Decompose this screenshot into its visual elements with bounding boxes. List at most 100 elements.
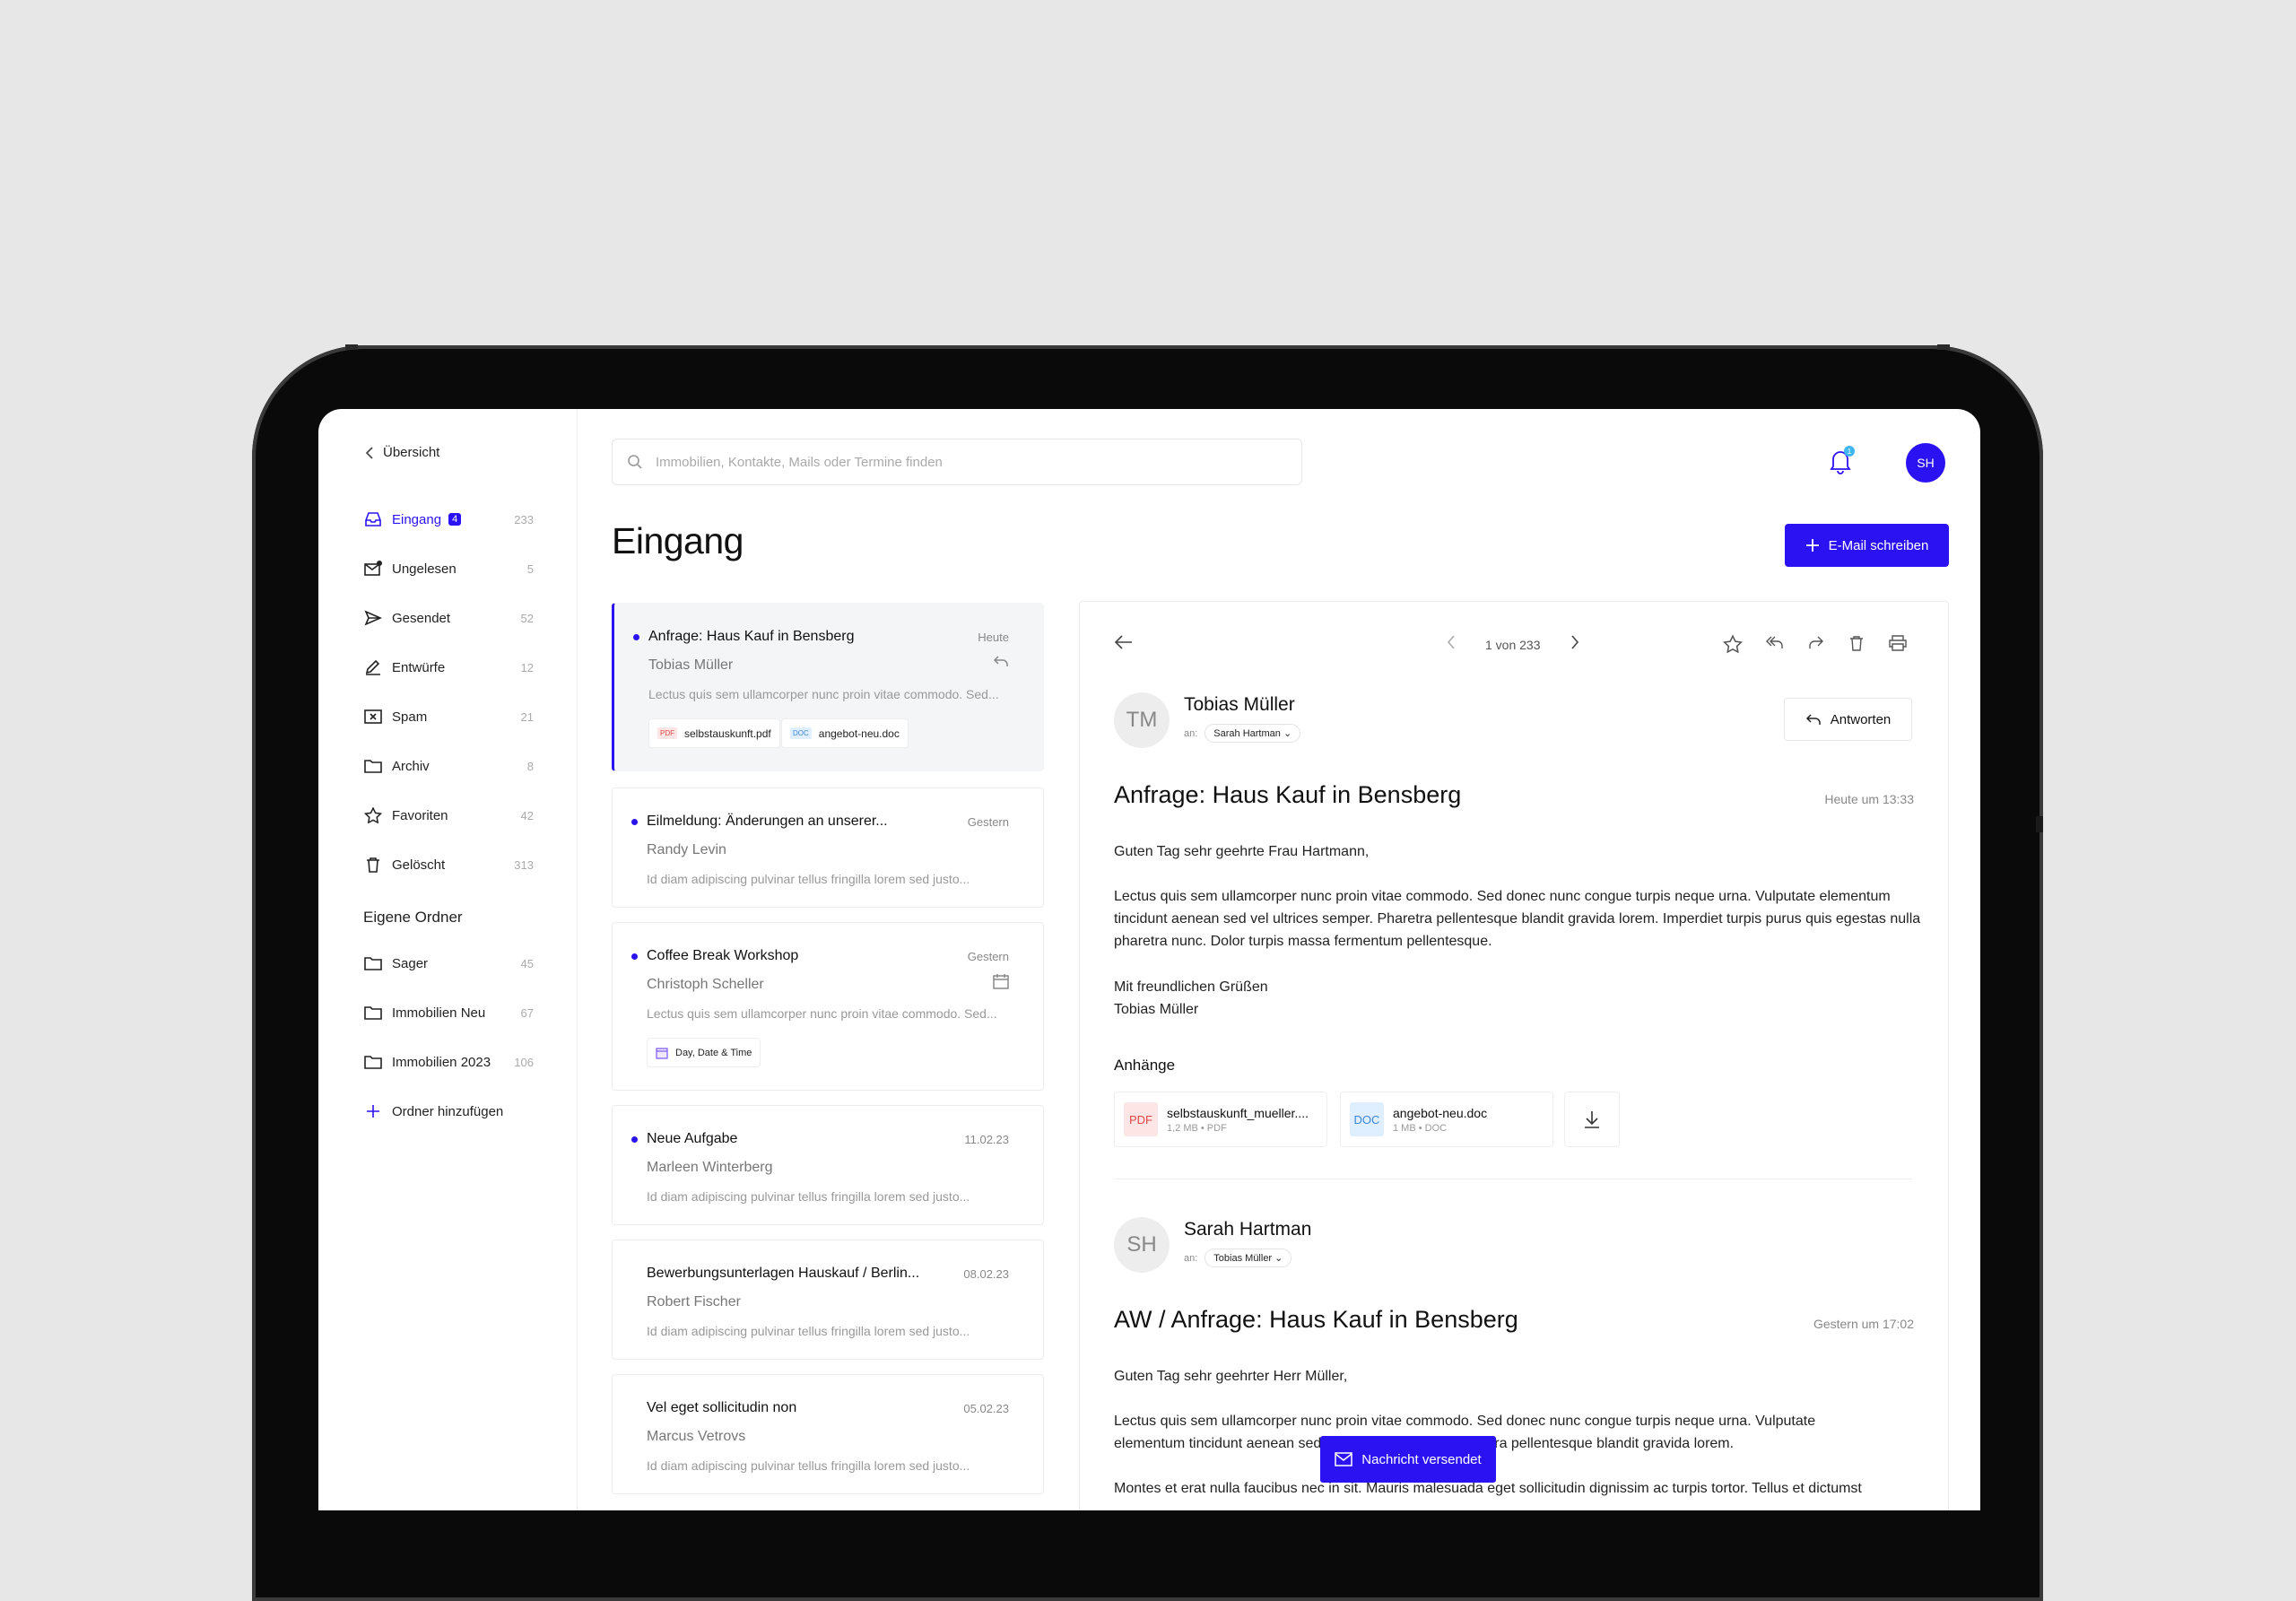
attachment-card[interactable]: DOC angebot-neu.doc 1 MB • DOC [1340, 1092, 1553, 1147]
sidebar-item-archiv[interactable]: Archiv 8 [363, 753, 534, 779]
search-placeholder: Immobilien, Kontakte, Mails oder Termine… [656, 454, 943, 470]
user-avatar[interactable]: SH [1906, 443, 1945, 483]
print-icon[interactable] [1888, 634, 1908, 657]
mail-reader: 1 von 233 TM Tobias Müller an: Sarah Har… [1079, 601, 1949, 1510]
pdf-icon: PDF [1124, 1102, 1158, 1136]
folder-count: 45 [520, 956, 534, 970]
unread-dot [633, 634, 639, 640]
folder-icon [363, 1003, 383, 1022]
attachment-meta: 1,2 MB • PDF [1167, 1122, 1227, 1134]
back-arrow-icon[interactable] [1114, 634, 1134, 655]
reply-button[interactable]: Antworten [1784, 698, 1912, 741]
sender-name: Tobias Müller [1184, 694, 1295, 715]
event-chip[interactable]: Day, Date & Time [647, 1038, 761, 1067]
mail-subject: Neue Aufgabe [647, 1131, 738, 1146]
mail-preview: Id diam adipiscing pulvinar tellus fring… [647, 1189, 970, 1204]
mail-sender: Randy Levin [647, 842, 726, 857]
search-icon [628, 455, 642, 469]
trash-icon[interactable] [1848, 634, 1866, 657]
mail-body: Lectus quis sem ullamcorper nunc proin v… [1114, 889, 1921, 949]
sidebar-folder-immobilien-neu[interactable]: Immobilien Neu 67 [363, 999, 534, 1026]
recipient-pill[interactable]: Sarah Hartman ⌄ [1205, 724, 1301, 743]
sidebar-item-eingang[interactable]: Eingang 4 233 [363, 506, 534, 533]
back-link[interactable]: Übersicht [365, 445, 439, 460]
mail-signature: Tobias Müller [1114, 1002, 1199, 1017]
mail-sender: Christoph Scheller [647, 977, 764, 992]
mail-date: 08.02.23 [963, 1267, 1009, 1281]
replied-icon [993, 654, 1009, 673]
sender-name: Sarah Hartman [1184, 1219, 1312, 1240]
compose-label: E-Mail schreiben [1828, 537, 1929, 553]
mail-list-item[interactable]: Neue Aufgabe 11.02.23 Marleen Winterberg… [612, 1105, 1044, 1225]
calendar-icon [656, 1047, 668, 1059]
folder-count: 12 [520, 660, 534, 674]
mail-subject: Eilmeldung: Änderungen an unserer... [647, 814, 888, 829]
add-folder-button[interactable]: Ordner hinzufügen [363, 1098, 534, 1125]
inbox-icon [363, 509, 383, 529]
sidebar-folder-sager[interactable]: Sager 45 [363, 950, 534, 977]
event-label: Day, Date & Time [675, 1047, 752, 1058]
recipient-name: Tobias Müller [1213, 1253, 1273, 1264]
folder-count: 8 [526, 759, 534, 773]
main-area: Immobilien, Kontakte, Mails oder Termine… [578, 409, 1980, 1510]
folder-icon [363, 953, 383, 973]
toast-label: Nachricht versendet [1361, 1451, 1482, 1467]
sidebar-item-favoriten[interactable]: Favoriten 42 [363, 802, 534, 829]
mail-list-item[interactable]: Eilmeldung: Änderungen an unserer... Ges… [612, 787, 1044, 908]
attachment-name: selbstauskunft_mueller.... [1167, 1105, 1309, 1120]
unread-dot [631, 953, 638, 960]
forward-icon[interactable] [1805, 634, 1825, 657]
attachment-chip[interactable]: DOC angebot-neu.doc [781, 718, 909, 748]
chevron-left-icon [365, 446, 373, 459]
attachment-name: angebot-neu.doc [818, 727, 900, 740]
recipient-label: an: [1184, 727, 1198, 739]
download-all-button[interactable] [1564, 1092, 1620, 1147]
attachment-name: angebot-neu.doc [1393, 1105, 1488, 1120]
mail-preview: Lectus quis sem ullamcorper nunc proin v… [648, 687, 999, 701]
doc-icon: DOC [1350, 1102, 1384, 1136]
sidebar-item-label: Sager [392, 955, 429, 971]
pdf-icon: PDF [657, 727, 677, 739]
search-input[interactable]: Immobilien, Kontakte, Mails oder Termine… [612, 439, 1302, 485]
attachment-card[interactable]: PDF selbstauskunft_mueller.... 1,2 MB • … [1114, 1092, 1327, 1147]
mail-subject: Anfrage: Haus Kauf in Bensberg [648, 629, 855, 644]
sidebar-folder-immobilien-2023[interactable]: Immobilien 2023 106 [363, 1048, 534, 1075]
mail-list-item[interactable]: Vel eget sollicitudin non 05.02.23 Marcu… [612, 1374, 1044, 1494]
mail-date: Gestern [967, 950, 1009, 963]
recipient-pill[interactable]: Tobias Müller ⌄ [1205, 1249, 1292, 1267]
reply-all-icon[interactable] [1764, 634, 1784, 657]
mail-sender: Marleen Winterberg [647, 1160, 773, 1175]
pencil-icon [363, 657, 383, 677]
mail-date: Gestern [967, 815, 1009, 829]
mail-preview: Id diam adipiscing pulvinar tellus fring… [647, 1458, 970, 1473]
sidebar-item-spam[interactable]: Spam 21 [363, 703, 534, 730]
sent-toast: Nachricht versendet [1320, 1436, 1496, 1483]
unread-badge: 4 [448, 513, 462, 526]
mail-subject-heading: Anfrage: Haus Kauf in Bensberg [1114, 781, 1462, 808]
chevron-right-icon[interactable] [1570, 634, 1580, 655]
compose-button[interactable]: E-Mail schreiben [1785, 524, 1949, 567]
attachment-chip[interactable]: PDF selbstauskunft.pdf [648, 718, 780, 748]
chevron-left-icon[interactable] [1446, 634, 1457, 655]
mail-list-item[interactable]: Coffee Break Workshop Gestern Christoph … [612, 922, 1044, 1091]
sidebar-item-geloescht[interactable]: Gelöscht 313 [363, 851, 534, 878]
back-label: Übersicht [383, 445, 440, 460]
sidebar-item-label: Favoriten [392, 807, 448, 823]
mail-list-item[interactable]: Bewerbungsunterlagen Hauskauf / Berlin..… [612, 1240, 1044, 1360]
send-icon [363, 608, 383, 628]
sidebar-item-entwuerfe[interactable]: Entwürfe 12 [363, 654, 534, 681]
reply-label: Antworten [1830, 711, 1892, 727]
notifications-button[interactable]: 1 [1828, 446, 1855, 475]
star-icon[interactable] [1722, 634, 1744, 658]
mail-sender: Robert Fischer [647, 1294, 741, 1310]
mail-unread-icon [363, 559, 383, 579]
mail-preview: Id diam adipiscing pulvinar tellus fring… [647, 872, 970, 886]
folder-count: 313 [514, 857, 534, 872]
mail-list-item[interactable]: Anfrage: Haus Kauf in Bensberg Heute Tob… [612, 603, 1044, 771]
sidebar-item-gesendet[interactable]: Gesendet 52 [363, 605, 534, 631]
mail-greeting: Guten Tag sehr geehrter Herr Müller, [1114, 1369, 1348, 1384]
mail-date: 05.02.23 [963, 1402, 1009, 1415]
folder-count: 21 [520, 709, 534, 724]
sidebar-item-ungelesen[interactable]: Ungelesen 5 [363, 555, 534, 582]
sidebar-item-label: Entwürfe [392, 659, 446, 675]
